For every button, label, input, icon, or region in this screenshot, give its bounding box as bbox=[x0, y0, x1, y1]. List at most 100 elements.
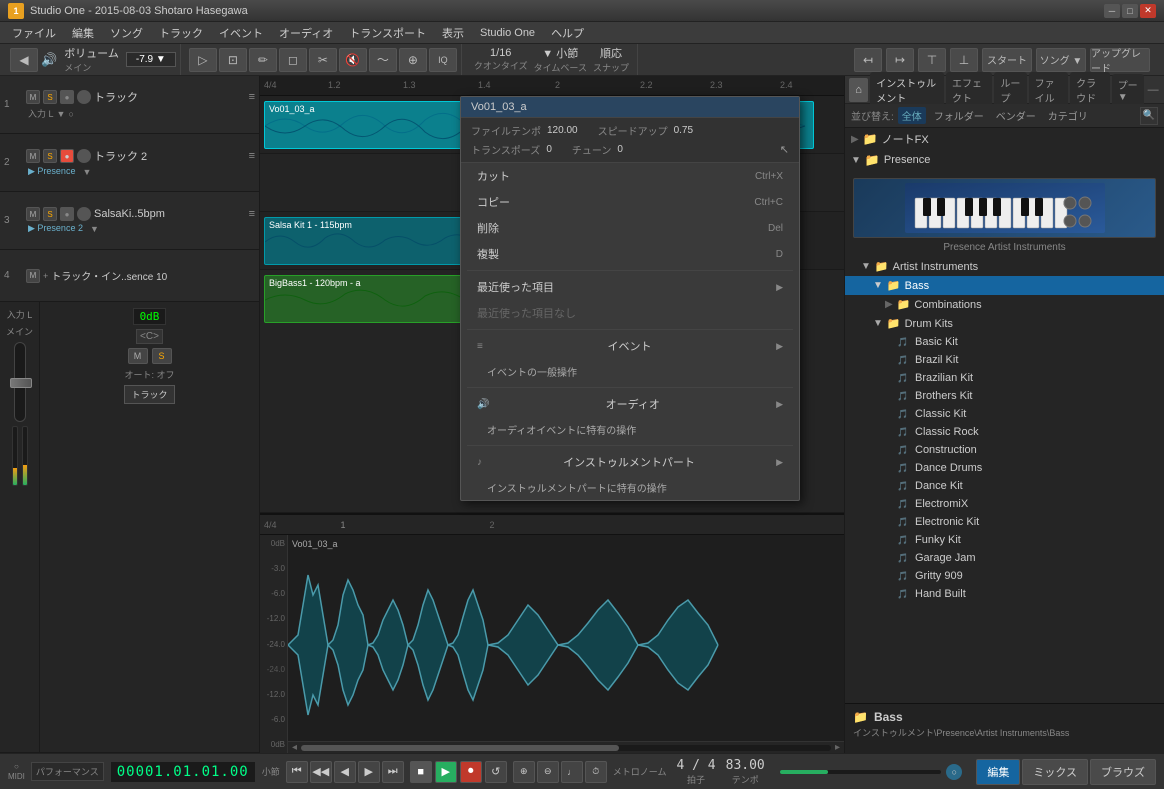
tool-erase[interactable]: ◻ bbox=[279, 48, 307, 72]
ctx-cut[interactable]: カット Ctrl+X bbox=[461, 163, 799, 189]
nav-right-4[interactable]: ⊥ bbox=[950, 48, 978, 72]
tab-cloud[interactable]: クラウド bbox=[1070, 72, 1110, 108]
menu-edit[interactable]: 編集 bbox=[64, 23, 102, 43]
goto-start-button[interactable]: ⏮ bbox=[286, 761, 308, 783]
tool-zoom[interactable]: ⊕ bbox=[399, 48, 427, 72]
tool-select[interactable]: ▷ bbox=[189, 48, 217, 72]
performance-button[interactable]: パフォーマンス bbox=[31, 762, 104, 781]
metronome-button[interactable]: ⏱ bbox=[585, 761, 607, 783]
minimize-button[interactable]: ─ bbox=[1104, 4, 1120, 18]
close-button[interactable]: ✕ bbox=[1140, 4, 1156, 18]
menu-file[interactable]: ファイル bbox=[4, 23, 64, 43]
tree-electronic-kit[interactable]: 🎵 Electronic Kit bbox=[845, 513, 1164, 531]
track-1-rec[interactable]: ● bbox=[60, 90, 74, 104]
rewind-button[interactable]: ◀◀ bbox=[310, 761, 332, 783]
menu-view[interactable]: 表示 bbox=[434, 23, 472, 43]
start-button[interactable]: スタート bbox=[982, 48, 1032, 72]
click-button[interactable]: ♩ bbox=[561, 761, 583, 783]
menu-audio[interactable]: オーディオ bbox=[271, 23, 341, 43]
tool-range[interactable]: ⊡ bbox=[219, 48, 247, 72]
tab-more[interactable]: プー▼ bbox=[1112, 74, 1145, 106]
tree-brothers-kit[interactable]: 🎵 Brothers Kit bbox=[845, 387, 1164, 405]
menu-song[interactable]: ソング bbox=[102, 23, 151, 43]
ctx-duplicate[interactable]: 複製 D bbox=[461, 241, 799, 267]
menu-transport[interactable]: トランスポート bbox=[341, 23, 434, 43]
fader-handle[interactable] bbox=[10, 378, 32, 388]
tree-brazil-kit[interactable]: 🎵 Brazil Kit bbox=[845, 351, 1164, 369]
record-button[interactable]: ⏺ bbox=[460, 761, 482, 783]
channel-select[interactable]: <C> bbox=[136, 329, 163, 344]
nav-left-button[interactable]: ◀ bbox=[10, 48, 38, 72]
mixer-solo-btn[interactable]: S bbox=[152, 348, 172, 364]
tree-classic-kit[interactable]: 🎵 Classic Kit bbox=[845, 405, 1164, 423]
home-button[interactable]: ⌂ bbox=[849, 78, 868, 102]
ctx-event[interactable]: ≡ イベント bbox=[461, 333, 799, 359]
stop-button[interactable]: ■ bbox=[410, 761, 432, 783]
menu-track[interactable]: トラック bbox=[151, 23, 211, 43]
tool-iq[interactable]: IQ bbox=[429, 48, 457, 72]
tool-draw[interactable]: ✏ bbox=[249, 48, 277, 72]
tree-classic-rock[interactable]: 🎵 Classic Rock bbox=[845, 423, 1164, 441]
track-1-mute[interactable]: M bbox=[26, 90, 40, 104]
tree-dance-drums[interactable]: 🎵 Dance Drums bbox=[845, 459, 1164, 477]
tab-instruments[interactable]: インストゥルメント bbox=[870, 72, 944, 108]
track-4-mute[interactable]: M bbox=[26, 269, 40, 283]
ctx-instrument[interactable]: ♪ インストゥルメントパート bbox=[461, 449, 799, 475]
ctx-copy[interactable]: コピー Ctrl+C bbox=[461, 189, 799, 215]
ctx-delete[interactable]: 削除 Del bbox=[461, 215, 799, 241]
track-2-solo[interactable]: S bbox=[43, 149, 57, 163]
loop-button[interactable]: ↺ bbox=[485, 761, 507, 783]
tree-hand-built[interactable]: 🎵 Hand Built bbox=[845, 585, 1164, 603]
ctx-recent[interactable]: 最近使った項目 bbox=[461, 274, 799, 300]
tab-files[interactable]: ファイル bbox=[1029, 72, 1069, 108]
reverse-button[interactable]: ◀ bbox=[334, 761, 356, 783]
tab-loops[interactable]: ループ bbox=[994, 72, 1026, 108]
tree-basic-kit[interactable]: 🎵 Basic Kit bbox=[845, 333, 1164, 351]
song-button[interactable]: ソング ▼ bbox=[1036, 48, 1086, 72]
tool-bend[interactable]: 〜 bbox=[369, 48, 397, 72]
waveform-scrollbar[interactable]: ◂ ▸ bbox=[288, 741, 844, 753]
tree-brazilian-kit[interactable]: 🎵 Brazilian Kit bbox=[845, 369, 1164, 387]
play-button[interactable]: ▶ bbox=[435, 761, 457, 783]
filter-vendor[interactable]: ベンダー bbox=[992, 107, 1040, 124]
tree-artist-instruments[interactable]: ▼ 📁 Artist Instruments bbox=[845, 257, 1164, 276]
ctx-instrument-specific[interactable]: インストゥルメントパートに特有の操作 bbox=[461, 475, 799, 500]
tree-bass[interactable]: ▼ 📁 Bass bbox=[845, 276, 1164, 295]
track-3-solo[interactable]: S bbox=[43, 207, 57, 221]
mixer-mute-btn[interactable]: M bbox=[128, 348, 148, 364]
ctx-audio-specific[interactable]: オーディオイベントに特有の操作 bbox=[461, 417, 799, 442]
tree-dance-kit[interactable]: 🎵 Dance Kit bbox=[845, 477, 1164, 495]
track-2-rec[interactable]: ● bbox=[60, 149, 74, 163]
tree-funky-kit[interactable]: 🎵 Funky Kit bbox=[845, 531, 1164, 549]
track-3-vol-knob[interactable] bbox=[77, 207, 91, 221]
punch-out-button[interactable]: ⊖ bbox=[537, 761, 559, 783]
mix-view-button[interactable]: ミックス bbox=[1022, 759, 1088, 785]
tree-electromix[interactable]: 🎵 ElectromiX bbox=[845, 495, 1164, 513]
filter-all[interactable]: 全体 bbox=[898, 107, 926, 124]
minimize-panel-button[interactable]: — bbox=[1146, 80, 1160, 100]
browse-view-button[interactable]: ブラウズ bbox=[1090, 759, 1156, 785]
tree-notefx[interactable]: ▶ 📁 ノートFX bbox=[845, 128, 1164, 150]
edit-view-button[interactable]: 編集 bbox=[976, 759, 1020, 785]
tree-garage-jam[interactable]: 🎵 Garage Jam bbox=[845, 549, 1164, 567]
fader-vertical[interactable] bbox=[14, 342, 26, 422]
nav-right-3[interactable]: ⊤ bbox=[918, 48, 946, 72]
goto-end-button[interactable]: ⏭ bbox=[382, 761, 404, 783]
track-2-vol-knob[interactable] bbox=[77, 149, 91, 163]
menu-event[interactable]: イベント bbox=[211, 23, 271, 43]
tree-combinations[interactable]: ▶ 📁 Combinations bbox=[845, 295, 1164, 314]
tree-drum-kits[interactable]: ▼ 📁 Drum Kits bbox=[845, 314, 1164, 333]
forward-button[interactable]: ▶ bbox=[358, 761, 380, 783]
nav-right-1[interactable]: ↤ bbox=[854, 48, 882, 72]
filter-category[interactable]: カテゴリ bbox=[1044, 107, 1092, 124]
nav-right-2[interactable]: ↦ bbox=[886, 48, 914, 72]
tool-cut[interactable]: ✂ bbox=[309, 48, 337, 72]
tool-mute[interactable]: 🔇 bbox=[339, 48, 367, 72]
tab-effects[interactable]: エフェクト bbox=[946, 72, 992, 108]
track-1-vol-knob[interactable] bbox=[77, 90, 91, 104]
track-1-solo[interactable]: S bbox=[43, 90, 57, 104]
filter-folder[interactable]: フォルダー bbox=[930, 107, 988, 124]
punch-in-button[interactable]: ⊕ bbox=[513, 761, 535, 783]
tree-construction[interactable]: 🎵 Construction bbox=[845, 441, 1164, 459]
track-3-rec[interactable]: ● bbox=[60, 207, 74, 221]
